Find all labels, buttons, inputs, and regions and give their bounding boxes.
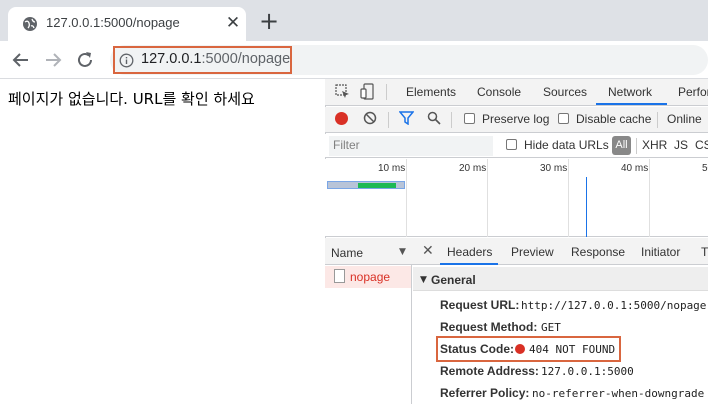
tab-network[interactable]: Network	[608, 85, 652, 99]
device-toggle-icon[interactable]	[360, 83, 375, 100]
toolbar-separator	[451, 112, 452, 128]
active-details-tab-indicator	[440, 263, 498, 265]
request-name[interactable]: nopage	[350, 270, 390, 284]
close-tab-icon[interactable]: ✕	[224, 14, 242, 32]
request-url-value: http://127.0.0.1:5000/nopage	[521, 299, 707, 312]
timeline-gridline	[649, 159, 650, 237]
referrer-policy-value: no-referrer-when-downgrade	[532, 387, 705, 400]
tab-initiator[interactable]: Initiator	[641, 245, 680, 259]
preserve-log-label: Preserve log	[482, 112, 550, 126]
tab-console[interactable]: Console	[477, 85, 521, 99]
filter-placeholder: Filter	[333, 138, 360, 152]
hide-data-urls-label: Hide data URLs	[524, 138, 609, 152]
timeline-gridline	[406, 159, 407, 237]
forward-arrow-icon[interactable]	[42, 49, 64, 71]
disable-cache-checkbox[interactable]	[558, 113, 569, 124]
timeline-tick: 40 ms	[621, 163, 649, 174]
timeline-tick: 10 ms	[378, 163, 406, 174]
status-highlight-box	[436, 336, 621, 362]
page-message: 페이지가 없습니다. URL를 확인 하세요	[8, 90, 255, 108]
tab-sources[interactable]: Sources	[543, 85, 587, 99]
toolbar-separator	[657, 112, 658, 128]
info-icon[interactable]	[119, 53, 134, 68]
globe-icon	[23, 17, 37, 31]
filter-icon[interactable]	[399, 111, 414, 125]
remote-address-value: 127.0.0.1:5000	[541, 365, 634, 378]
browser-toolbar	[0, 41, 708, 79]
toolbar-separator	[386, 84, 387, 100]
url-text[interactable]: 127.0.0.1:5000/nopage	[141, 51, 290, 67]
toolbar-separator	[636, 138, 637, 154]
search-icon[interactable]	[427, 111, 441, 125]
request-method-key: Request Method:	[440, 320, 538, 334]
hide-data-urls-checkbox[interactable]	[506, 139, 517, 150]
clear-icon[interactable]	[363, 111, 377, 125]
url-host: 127.0.0.1	[141, 51, 202, 67]
tab-performance[interactable]: Perfor	[678, 85, 708, 99]
url-path: :5000/nopage	[201, 51, 291, 67]
throttling-select[interactable]: Online	[667, 112, 702, 126]
browser-tab[interactable]: 127.0.0.1:5000/nopage ✕	[8, 7, 246, 41]
referrer-policy-key: Referrer Policy:	[440, 386, 530, 400]
tab-title: 127.0.0.1:5000/nopage	[46, 15, 180, 30]
reload-icon[interactable]	[74, 49, 96, 71]
timeline-gridline	[487, 159, 488, 237]
back-arrow-icon[interactable]	[10, 49, 32, 71]
expand-triangle-icon[interactable]: ▼	[420, 275, 427, 285]
document-icon	[334, 269, 345, 283]
disable-cache-label: Disable cache	[576, 112, 652, 126]
request-url-key: Request URL:	[440, 298, 520, 312]
timeline-gridline	[568, 159, 569, 237]
tab-elements[interactable]: Elements	[406, 85, 456, 99]
preserve-log-checkbox[interactable]	[464, 113, 475, 124]
timeline-dom-marker	[586, 177, 587, 237]
timeline-download-bar	[358, 183, 396, 188]
new-tab-button[interactable]: +	[258, 9, 280, 33]
sort-arrow-icon[interactable]: ▼	[399, 247, 406, 257]
active-tab-indicator	[596, 103, 667, 105]
inspect-element-icon[interactable]	[335, 84, 350, 99]
record-icon[interactable]	[335, 112, 348, 125]
tab-headers[interactable]: Headers	[447, 245, 492, 259]
toolbar-separator	[388, 112, 389, 128]
timeline-tick: 50	[702, 163, 708, 174]
filter-js-button[interactable]: JS	[674, 138, 688, 152]
timeline-tick: 20 ms	[459, 163, 487, 174]
close-details-icon[interactable]: ✕	[422, 243, 434, 259]
general-section-label: General	[431, 273, 476, 287]
tab-response[interactable]: Response	[571, 245, 625, 259]
filter-css-button[interactable]: CS	[695, 138, 708, 152]
tab-preview[interactable]: Preview	[511, 245, 554, 259]
timeline-tick: 30 ms	[540, 163, 568, 174]
name-column-label: Name	[331, 246, 364, 260]
tab-timing[interactable]: T	[701, 245, 708, 259]
filter-all-button[interactable]: All	[612, 136, 631, 155]
filter-xhr-button[interactable]: XHR	[642, 138, 667, 152]
request-method-value: GET	[541, 321, 561, 334]
remote-address-key: Remote Address:	[440, 364, 539, 378]
